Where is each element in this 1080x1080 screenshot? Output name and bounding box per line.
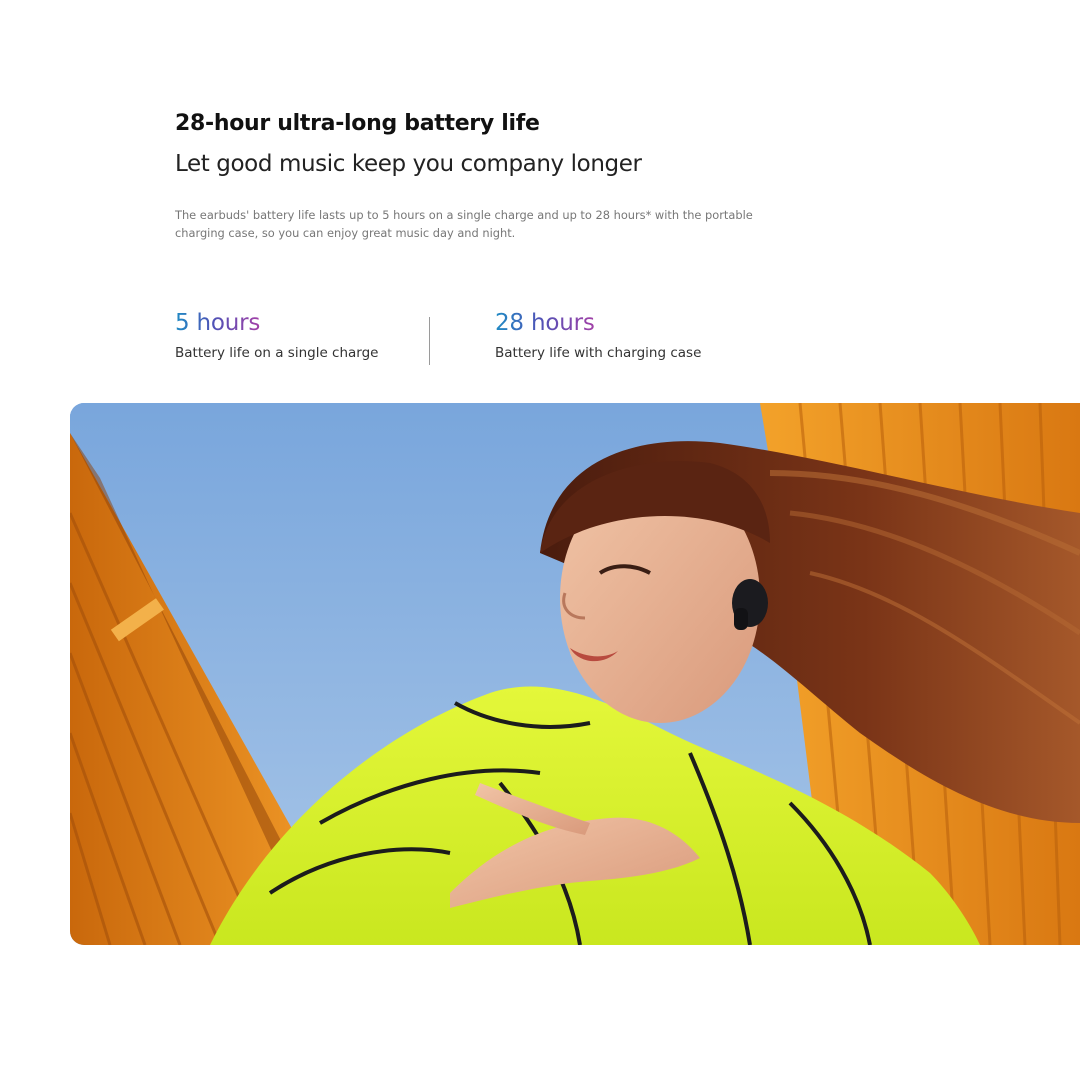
section-subheadline: Let good music keep you company longer (175, 151, 642, 177)
stat-label: Battery life on a single charge (175, 345, 379, 361)
section-headline: 28-hour ultra-long battery life (175, 111, 540, 136)
lifestyle-photo (70, 403, 1080, 945)
stat-value: 28 hours (495, 310, 595, 336)
stat-single-charge: 5 hours Battery life on a single charge (175, 308, 378, 361)
section-description: The earbuds' battery life lasts up to 5 … (175, 208, 753, 240)
stat-label: Battery life with charging case (495, 345, 702, 361)
stat-charging-case: 28 hours Battery life with charging case (495, 308, 701, 361)
stat-divider (429, 317, 430, 365)
stat-value: 5 hours (175, 310, 261, 336)
lifestyle-photo-illustration (70, 403, 1080, 945)
